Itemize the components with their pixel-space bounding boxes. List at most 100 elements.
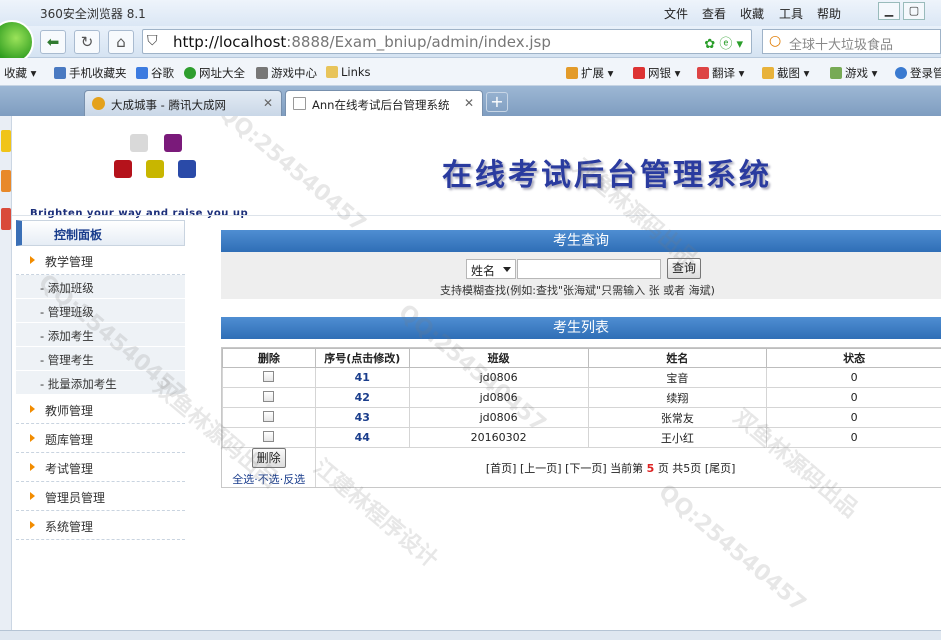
toolbar-login[interactable]: 登录管 (895, 65, 941, 81)
menu-group-exam[interactable]: 考试管理 (16, 453, 185, 482)
toolbar-screenshot[interactable]: 截图 ▾ (762, 65, 809, 81)
header-divider (12, 215, 941, 216)
tab-dacheng[interactable]: 大成城事 - 腾讯大成网 ✕ (84, 90, 282, 116)
minimize-button[interactable]: ▁ (878, 2, 900, 20)
search-box[interactable]: ○ 全球十大垃圾食品 (762, 29, 941, 54)
column-header-class: 班级 (408, 348, 589, 368)
menu-view[interactable]: 查看 (702, 5, 726, 22)
column-header-name: 姓名 (587, 348, 768, 368)
left-menu: 控制面板 教学管理 - 添加班级 - 管理班级 - 添加考生 - 管理考生 - … (16, 220, 185, 540)
table-row: 41 jd0806 宝音 0 (222, 367, 941, 388)
pager-next-link[interactable]: [下一页] (565, 462, 607, 475)
query-input[interactable] (517, 259, 661, 279)
pager-prev-link[interactable]: [上一页] (520, 462, 562, 475)
bookmarks-bar: 收藏 ▾ 手机收藏夹 谷歌 网址大全 游戏中心 Links 扩展 ▾ 网银 ▾ … (0, 58, 941, 86)
selection-links: 全选·不选·反选 (232, 473, 306, 486)
query-button[interactable]: 查询 (667, 258, 701, 279)
table-header-row: 删除 序号(点击修改) 班级 姓名 状态 (222, 348, 941, 368)
control-panel-title: 控制面板 (16, 220, 185, 246)
back-arrow-icon[interactable]: ⬅ (40, 30, 66, 54)
menu-group-question-bank[interactable]: 题库管理 (16, 424, 185, 453)
toolbar-bank[interactable]: 网银 ▾ (633, 65, 680, 81)
search-placeholder: 全球十大垃圾食品 (789, 38, 894, 53)
row-name: 续翔 (587, 387, 768, 408)
url-text: http://localhost:8888/Exam_bniup/admin/i… (173, 33, 551, 51)
arrow-right-icon (30, 521, 35, 529)
sidebar-tool-icon[interactable] (1, 208, 11, 230)
row-class: jd0806 (408, 407, 589, 428)
row-status: 0 (766, 427, 941, 448)
logo-cube-icon (164, 134, 182, 152)
row-checkbox[interactable] (263, 411, 275, 422)
menu-item-manage-class[interactable]: - 管理班级 (16, 299, 185, 323)
address-bar[interactable]: ⛉ http://localhost:8888/Exam_bniup/admin… (142, 29, 752, 54)
refresh-icon[interactable]: ↻ (74, 30, 100, 54)
sidebar-tool-icon[interactable] (1, 130, 11, 152)
close-icon[interactable]: ✕ (263, 96, 273, 110)
toolbar-extensions[interactable]: 扩展 ▾ (566, 65, 613, 81)
menu-tools[interactable]: 工具 (779, 5, 803, 22)
arrow-right-icon (30, 434, 35, 442)
shield-icon: ⛉ (147, 33, 158, 49)
menu-group-teaching[interactable]: 教学管理 (16, 246, 185, 275)
pager-first-link[interactable]: [首页] (486, 462, 517, 475)
pager-last-link[interactable]: [尾页] (705, 462, 736, 475)
menu-group-teacher[interactable]: 教师管理 (16, 395, 185, 424)
bookmark-hao[interactable]: 网址大全 (184, 65, 245, 81)
menu-help[interactable]: 帮助 (817, 5, 841, 22)
bookmark-links[interactable]: Links (326, 65, 371, 79)
menu-favorites[interactable]: 收藏 (740, 5, 764, 22)
bookmark-favorites[interactable]: 收藏 ▾ (4, 65, 36, 81)
row-class: jd0806 (408, 387, 589, 408)
home-icon[interactable]: ⌂ (108, 30, 134, 54)
toolbar-games[interactable]: 游戏 ▾ (830, 65, 877, 81)
row-id-link[interactable]: 43 (314, 407, 410, 428)
row-checkbox[interactable] (263, 391, 275, 402)
menu-item-add-student[interactable]: - 添加考生 (16, 323, 185, 347)
menu-group-admin[interactable]: 管理员管理 (16, 482, 185, 511)
row-name: 宝音 (587, 367, 768, 388)
table-row: 42 jd0806 续翔 0 (222, 387, 941, 408)
toolbar-translate[interactable]: 翻译 ▾ (697, 65, 744, 81)
select-none-link[interactable]: 不选 (258, 473, 280, 486)
menu-group-system[interactable]: 系统管理 (16, 511, 185, 540)
tagline: Brighten your way and raise you up (30, 208, 249, 219)
select-invert-link[interactable]: 反选 (283, 473, 305, 486)
select-all-link[interactable]: 全选 (232, 473, 254, 486)
arrow-right-icon (30, 463, 35, 471)
browser-mode-icon[interactable]: ✿ ⓔ ▾ (704, 33, 743, 52)
new-tab-plus-icon[interactable]: + (486, 92, 508, 112)
bookmark-games[interactable]: 游戏中心 (256, 65, 317, 81)
bookmark-mobile[interactable]: 手机收藏夹 (54, 65, 127, 81)
logo-cube-icon (114, 160, 132, 178)
tencent-favicon-icon (92, 97, 105, 110)
query-field-select[interactable]: 姓名 (466, 259, 516, 279)
close-icon[interactable]: ✕ (464, 96, 474, 110)
address-toolbar: ⬅ ↻ ⌂ ⛉ http://localhost:8888/Exam_bniup… (0, 20, 941, 64)
menu-item-manage-student[interactable]: - 管理考生 (16, 347, 185, 371)
page-content: Brighten your way and raise you up 在线考试后… (0, 116, 941, 630)
row-status: 0 (766, 367, 941, 388)
row-id-link[interactable]: 42 (314, 387, 410, 408)
tab-bar: 大成城事 - 腾讯大成网 ✕ Ann在线考试后台管理系统 ✕ + (0, 86, 941, 116)
row-name: 王小红 (587, 427, 768, 448)
table-row: 43 jd0806 张常友 0 (222, 407, 941, 428)
sidebar-tool-icon[interactable] (1, 170, 11, 192)
tab-exam-admin[interactable]: Ann在线考试后台管理系统 ✕ (285, 90, 483, 116)
chevron-down-icon (503, 267, 511, 272)
column-header-delete: 删除 (222, 348, 316, 368)
maximize-button[interactable]: ▢ (903, 2, 925, 20)
menu-item-add-class[interactable]: - 添加班级 (16, 275, 185, 299)
delete-button[interactable]: 删除 (251, 448, 286, 468)
row-checkbox[interactable] (263, 431, 275, 442)
row-id-link[interactable]: 44 (314, 427, 410, 448)
menu-file[interactable]: 文件 (664, 5, 688, 22)
arrow-right-icon (30, 256, 35, 264)
column-header-id: 序号(点击修改) (314, 348, 410, 368)
row-id-link[interactable]: 41 (314, 367, 410, 388)
row-checkbox[interactable] (263, 371, 275, 382)
bookmark-google[interactable]: 谷歌 (136, 65, 174, 81)
row-class: 20160302 (408, 427, 589, 448)
menu-item-batch-add-student[interactable]: - 批量添加考生 (16, 371, 185, 395)
column-header-status: 状态 (766, 348, 941, 368)
